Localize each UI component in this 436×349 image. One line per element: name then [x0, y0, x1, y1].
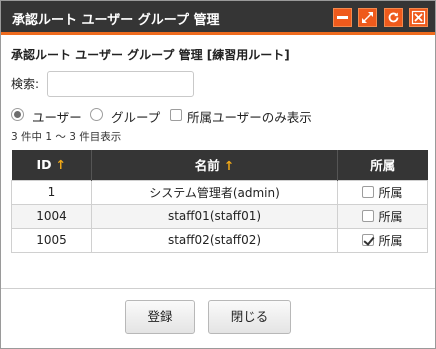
column-header-member[interactable]: 所属	[337, 150, 428, 180]
sort-asc-icon: ↑	[55, 157, 66, 173]
member-label[interactable]: 所属	[378, 234, 402, 248]
cell-name: システム管理者(admin)	[91, 179, 338, 205]
sort-asc-icon: ↑	[223, 158, 235, 174]
register-button[interactable]: 登録	[125, 300, 195, 334]
footer-divider	[1, 288, 435, 289]
search-label: 検索:	[11, 77, 40, 91]
table-header-row: ID ↑ 名前 ↑ 所属	[11, 150, 428, 180]
cell-name: staff02(staff02)	[91, 227, 338, 253]
member-checkbox[interactable]	[362, 185, 375, 198]
user-radio-label[interactable]: ユーザー	[32, 107, 82, 126]
user-radio[interactable]	[11, 108, 24, 121]
group-radio[interactable]	[90, 108, 103, 121]
members-only-checkbox[interactable]	[170, 109, 182, 121]
record-count: 3 件中 1 ～ 3 件目表示	[11, 131, 122, 143]
close-button[interactable]: 閉じる	[208, 300, 291, 334]
minimize-icon	[337, 16, 348, 19]
expand-icon	[362, 12, 373, 23]
cell-id: 1004	[11, 203, 92, 229]
cell-id: 1	[11, 179, 92, 205]
group-radio-label[interactable]: グループ	[111, 107, 160, 126]
refresh-button[interactable]	[384, 8, 403, 27]
page-heading: 承認ルート ユーザー グループ 管理 [練習用ルート]	[11, 48, 290, 62]
member-checkbox[interactable]	[362, 209, 375, 222]
search-input[interactable]	[47, 71, 194, 97]
user-table: ID ↑ 名前 ↑ 所属 1 システム管理者(admin) 所属 1004 staf…	[11, 150, 428, 253]
cell-id: 1005	[11, 227, 92, 253]
members-only-label[interactable]: 所属ユーザーのみ表示	[187, 107, 312, 126]
cell-name: staff01(staff01)	[91, 203, 338, 229]
table-row[interactable]: 1 システム管理者(admin) 所属	[11, 179, 428, 205]
dialog-window: 承認ルート ユーザー グループ 管理 承認ルート ユーザー グループ 管理 [練…	[0, 0, 436, 349]
maximize-button[interactable]	[358, 8, 377, 27]
column-header-name[interactable]: 名前 ↑	[91, 150, 338, 180]
window-title: 承認ルート ユーザー グループ 管理	[12, 13, 220, 28]
close-window-button[interactable]	[409, 8, 428, 27]
member-label[interactable]: 所属	[378, 186, 402, 200]
cell-member: 所属	[337, 227, 428, 253]
title-bar[interactable]: 承認ルート ユーザー グループ 管理	[1, 1, 435, 35]
cell-member: 所属	[337, 203, 428, 229]
close-icon	[411, 10, 426, 25]
table-row[interactable]: 1004 staff01(staff01) 所属	[11, 203, 428, 229]
cell-member: 所属	[337, 179, 428, 205]
minimize-button[interactable]	[333, 8, 352, 27]
table-row[interactable]: 1005 staff02(staff02) 所属	[11, 227, 428, 253]
member-label[interactable]: 所属	[378, 210, 402, 224]
member-checkbox[interactable]	[362, 233, 375, 246]
column-header-id[interactable]: ID ↑	[11, 150, 92, 180]
refresh-icon	[388, 12, 399, 23]
